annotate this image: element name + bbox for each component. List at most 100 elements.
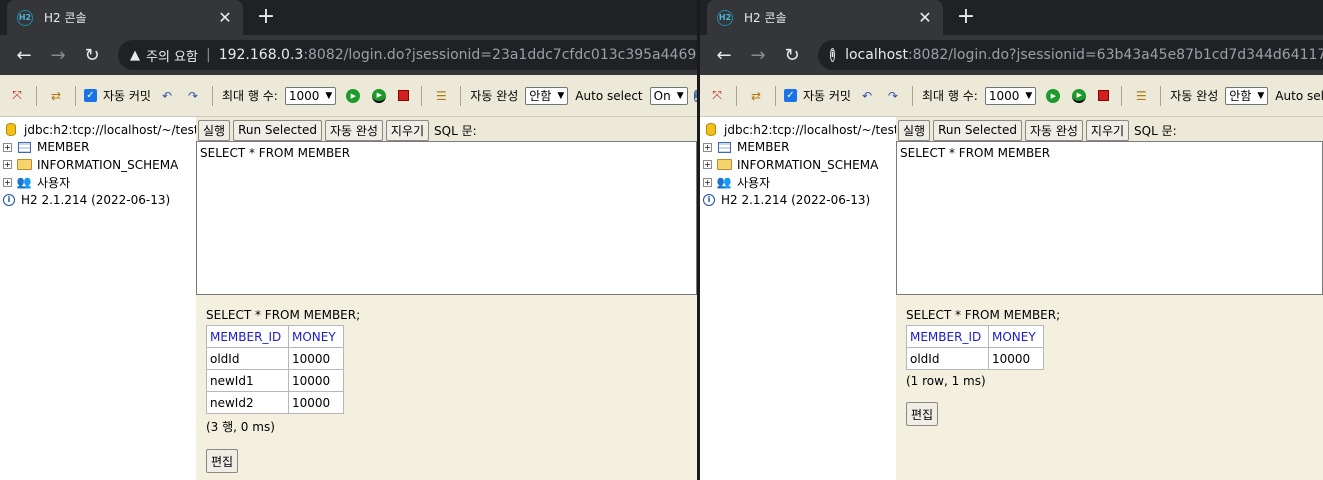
users-icon: 👥 xyxy=(716,175,732,190)
expand-icon[interactable]: + xyxy=(3,177,12,187)
forward-arrow-icon[interactable]: → xyxy=(744,45,772,66)
tree-item-information-schema[interactable]: + INFORMATION_SCHEMA xyxy=(0,156,196,174)
tree-item-label: 사용자 xyxy=(737,175,771,190)
url-input[interactable]: ▲ 주의 요함 | 192.168.0.3 :8082/login.do?jse… xyxy=(118,40,697,70)
column-header[interactable]: MEMBER_ID xyxy=(206,325,289,348)
toolbar-divider xyxy=(775,85,776,106)
run-play-icon[interactable]: ▶ xyxy=(1046,88,1061,103)
stop-icon[interactable] xyxy=(398,90,410,101)
run-selected-button[interactable]: Run Selected xyxy=(233,119,322,141)
table-cell: newId1 xyxy=(206,369,289,392)
new-tab-button[interactable]: + xyxy=(955,4,977,30)
sql-editor[interactable]: SELECT * FROM MEMBER xyxy=(196,141,697,295)
clear-button[interactable]: 지우기 xyxy=(1085,119,1130,141)
maxrows-select[interactable]: 1000 ▼ xyxy=(984,86,1037,105)
history-icon[interactable]: ☰ xyxy=(432,87,450,105)
expand-icon[interactable]: + xyxy=(703,177,712,187)
run-button[interactable]: 실행 xyxy=(198,119,231,141)
clear-button[interactable]: 지우기 xyxy=(385,119,430,141)
connection-url: jdbc:h2:tcp://localhost/~/test xyxy=(724,122,899,137)
tree-item-member[interactable]: + MEMBER xyxy=(700,139,896,157)
commit-icon[interactable]: ↷ xyxy=(884,87,902,105)
url-input[interactable]: i localhost :8082/login.do?jsessionid=63… xyxy=(818,40,1323,70)
query-buttons: 실행 Run Selected 자동 완성 지우기 SQL 문: xyxy=(196,117,697,141)
reload-icon[interactable]: ↻ xyxy=(778,45,806,66)
rollback-icon[interactable]: ↶ xyxy=(158,87,176,105)
table-cell: newId2 xyxy=(206,391,289,414)
expand-icon[interactable]: + xyxy=(3,142,12,152)
forward-arrow-icon[interactable]: → xyxy=(44,45,72,66)
autocomplete-select[interactable]: 안함 ▼ xyxy=(1225,86,1269,105)
column-header[interactable]: MONEY xyxy=(288,325,344,348)
tree-version: i H2 2.1.214 (2022-06-13) xyxy=(0,191,196,209)
back-arrow-icon[interactable]: ← xyxy=(10,45,38,66)
run-play-icon[interactable]: ▶ xyxy=(346,88,361,103)
commit-icon[interactable]: ↷ xyxy=(184,87,202,105)
table-row: newId2 10000 xyxy=(206,391,344,414)
tree-item-users[interactable]: + 👥 사용자 xyxy=(0,174,196,192)
result-panel: SELECT * FROM MEMBER; MEMBER_ID MONEY ol… xyxy=(896,295,1323,480)
tree-connection[interactable]: jdbc:h2:tcp://localhost/~/test xyxy=(700,121,899,139)
expand-icon[interactable]: + xyxy=(3,160,12,170)
refresh-tree-icon[interactable]: ⇄ xyxy=(47,87,65,105)
table-icon xyxy=(16,140,32,154)
table-row: oldId 10000 xyxy=(206,347,344,370)
sql-editor[interactable]: SELECT * FROM MEMBER xyxy=(896,141,1323,295)
url-host: localhost xyxy=(845,47,908,63)
folder-icon xyxy=(716,158,732,172)
result-table: MEMBER_ID MONEY oldId 10000 xyxy=(906,325,1044,370)
autocommit-label: 자동 커밋 xyxy=(103,89,151,103)
autocomplete-button[interactable]: 자동 완성 xyxy=(1024,119,1083,141)
table-cell: oldId xyxy=(906,347,989,370)
new-tab-button[interactable]: + xyxy=(255,4,277,30)
rollback-icon[interactable]: ↶ xyxy=(858,87,876,105)
autocomplete-select[interactable]: 안함 ▼ xyxy=(525,86,569,105)
maxrows-select[interactable]: 1000 ▼ xyxy=(284,86,337,105)
disconnect-icon[interactable]: ⤧ xyxy=(8,87,26,105)
run-selected-button[interactable]: Run Selected xyxy=(933,119,1022,141)
tree-item-users[interactable]: + 👥 사용자 xyxy=(700,174,896,192)
toolbar-divider xyxy=(1160,85,1162,106)
disconnect-icon[interactable]: ⤧ xyxy=(708,87,726,105)
edit-button[interactable]: 편집 xyxy=(206,449,239,473)
h2-main-area: jdbc:h2:tcp://localhost/~/test + MEMBER … xyxy=(700,117,1323,480)
close-tab-icon[interactable]: ✕ xyxy=(217,8,233,27)
toolbar-divider xyxy=(36,85,37,106)
autocomplete-button[interactable]: 자동 완성 xyxy=(324,119,383,141)
browser-window-left: H2 H2 콘솔 ✕ + ← → ↻ ▲ 주의 요함 | 192.168.0.3… xyxy=(0,0,697,480)
autoselect-select[interactable]: On ▼ xyxy=(649,86,688,105)
run-selected-play-icon[interactable]: ▶ xyxy=(372,88,387,103)
autocommit-checkbox[interactable]: ✓ xyxy=(84,89,97,102)
expand-icon[interactable]: + xyxy=(703,142,712,152)
autocomplete-label: 자동 완성 xyxy=(470,89,519,103)
history-icon[interactable]: ☰ xyxy=(1132,87,1150,105)
tab-strip: H2 H2 콘솔 ✕ + xyxy=(0,0,697,35)
reload-icon[interactable]: ↻ xyxy=(78,45,106,66)
autocommit-checkbox[interactable]: ✓ xyxy=(784,89,797,102)
tree-item-member[interactable]: + MEMBER xyxy=(0,139,196,157)
tree-item-information-schema[interactable]: + INFORMATION_SCHEMA xyxy=(700,156,896,174)
run-button[interactable]: 실행 xyxy=(898,119,931,141)
autoselect-value: On xyxy=(653,88,671,103)
tree-connection[interactable]: jdbc:h2:tcp://localhost/~/test xyxy=(0,121,199,139)
tree-item-label: MEMBER xyxy=(37,140,90,155)
browser-window-right: H2 H2 콘솔 ✕ + ← → ↻ i localhost :8082/log… xyxy=(700,0,1323,480)
run-selected-play-icon[interactable]: ▶ xyxy=(1072,88,1087,103)
tab-title: H2 콘솔 xyxy=(744,11,787,25)
edit-button[interactable]: 편집 xyxy=(906,402,939,426)
query-panel: 실행 Run Selected 자동 완성 지우기 SQL 문: SELECT … xyxy=(896,117,1323,295)
browser-tab[interactable]: H2 H2 콘솔 ✕ xyxy=(7,0,243,35)
column-header[interactable]: MEMBER_ID xyxy=(906,325,989,348)
column-header[interactable]: MONEY xyxy=(988,325,1044,348)
site-info-icon[interactable]: i xyxy=(830,48,836,62)
browser-tab[interactable]: H2 H2 콘솔 ✕ xyxy=(707,0,943,35)
close-tab-icon[interactable]: ✕ xyxy=(917,8,933,27)
result-panel: SELECT * FROM MEMBER; MEMBER_ID MONEY ol… xyxy=(196,295,697,480)
database-icon xyxy=(3,123,19,137)
expand-icon[interactable]: + xyxy=(703,160,712,170)
back-arrow-icon[interactable]: ← xyxy=(710,45,738,66)
chevron-down-icon: ▼ xyxy=(1257,90,1265,101)
refresh-tree-icon[interactable]: ⇄ xyxy=(747,87,765,105)
stop-icon[interactable] xyxy=(1098,90,1110,101)
h2-toolbar: ⤧ ⇄ ✓ 자동 커밋 ↶ ↷ 최대 행 수: 1000 ▼ ▶ ▶ ☰ 자동 완… xyxy=(700,75,1323,117)
